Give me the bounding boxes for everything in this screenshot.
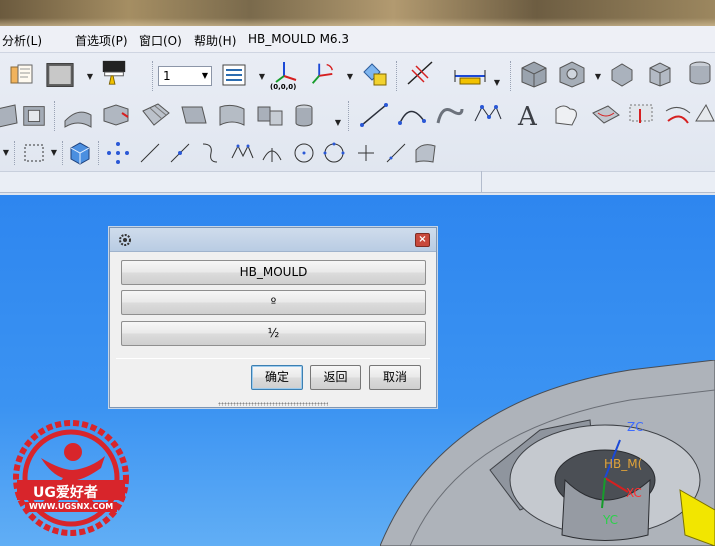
menu-help[interactable]: 帮助(H) [194,32,236,49]
menu-analysis[interactable]: 分析(L) [2,32,42,49]
rectangle-select-icon[interactable] [20,139,48,167]
fillet-curve-icon[interactable] [196,139,224,167]
intersect-curve-icon[interactable] [662,101,694,129]
toolbar-separator [396,61,398,91]
sheet-icon[interactable] [8,61,36,89]
toolbar-separator [152,61,154,91]
solid-sphere-icon[interactable] [556,59,588,88]
surface-icon[interactable] [0,101,22,129]
line-angle-icon[interactable] [382,139,410,167]
toolbar-separator [14,141,16,165]
bounded-plane-icon[interactable] [216,101,248,129]
toolbar-row-3: ▼ ▼ [0,139,715,169]
axis-label-zc: ZC [627,420,644,434]
mesh-surface-icon[interactable] [140,101,172,129]
menu-bar: 分析(L) 首选项(P) 窗口(O) 帮助(H) HB_MOULD M6.3 [0,26,715,53]
dialog-separator [116,358,430,359]
logo-url: WWW.UGSNX.COM [29,502,114,511]
arc-center-icon[interactable] [258,139,286,167]
view-cube-icon[interactable] [66,139,94,167]
toolbar-separator [98,141,100,165]
surface-dropdown-arrow[interactable]: ▼ [334,119,342,127]
curve-icon[interactable] [434,101,466,129]
circle-points-icon[interactable] [320,139,348,167]
hb-mould-dialog: × HB_MOULD º ½ 确定 返回 取消 [109,227,437,408]
sew-icon[interactable] [254,101,286,129]
svg-text:A: A [517,102,538,129]
trim-surface-icon[interactable] [412,139,440,167]
point-icon[interactable] [352,139,380,167]
layer-dropdown-arrow[interactable]: ▼ [258,73,266,81]
axis-label-xc: XC [626,486,642,500]
option-button-3[interactable]: ½ [121,321,426,346]
arc-icon[interactable] [396,101,428,129]
layer-list-icon[interactable] [220,61,248,89]
menu-window[interactable]: 窗口(O) [139,32,182,49]
axis-label-yc: YC [603,513,619,527]
solid-dropdown-arrow[interactable]: ▼ [594,73,602,81]
row3-dropdown-arrow[interactable]: ▼ [2,149,10,157]
toolbar-separator [62,141,64,165]
isoparametric-icon[interactable] [694,101,715,129]
status-divider [481,171,482,193]
option-button-2[interactable]: º [121,290,426,315]
paint-brush-icon[interactable] [100,59,128,87]
toolbar-separator [54,101,56,131]
workpiece-label: HB_M( [604,457,643,471]
swept-icon[interactable] [178,101,210,129]
surface-curve-icon[interactable] [590,101,622,129]
color-box-icon[interactable] [46,61,74,89]
back-button[interactable]: 返回 [310,365,361,390]
close-icon[interactable]: × [415,233,430,247]
block-icon[interactable] [644,59,676,87]
toolbar-separator [510,61,512,91]
toolbar-area: ▼ 1 ▼ ▼ (0,0,0) ▼ ▼ ▼ ▼ A ▼ ▼ [0,53,715,195]
toolbar-separator [348,101,350,131]
polyline-icon[interactable] [228,139,256,167]
line-icon[interactable] [358,101,390,129]
project-curve-icon[interactable] [626,101,658,129]
point-set-icon[interactable] [104,139,132,167]
cylinder-icon[interactable] [684,59,715,87]
outline-shape-icon[interactable] [550,101,582,129]
menu-preferences[interactable]: 首选项(P) [75,32,128,49]
ok-button[interactable]: 确定 [251,365,303,390]
wcs-dropdown-arrow[interactable]: ▼ [346,73,354,81]
measure-distance-icon[interactable] [404,59,436,87]
resize-grip[interactable] [218,402,328,406]
circle-center-icon[interactable] [290,139,318,167]
toolbar-row-2: ▼ A [0,97,715,135]
offset-face-icon[interactable] [20,101,48,129]
extrude-box-icon[interactable] [606,59,638,87]
background-photo-strip [0,0,715,26]
solid-cube-icon[interactable] [518,59,550,88]
measure-dropdown-arrow[interactable]: ▼ [493,79,501,87]
line-point-icon[interactable] [166,139,194,167]
ug-logo: UG爱好者 WWW.UGSNX.COM [11,418,131,538]
hb-mould-button[interactable]: HB_MOULD [121,260,426,285]
spline-icon[interactable] [472,101,504,129]
logo-brand: UG爱好者 [33,485,98,501]
dialog-title-bar[interactable]: × [110,228,436,252]
select-dropdown-arrow[interactable]: ▼ [50,149,58,157]
layer-select[interactable]: 1 ▼ [158,66,212,86]
gear-icon [119,234,131,246]
cylinder-face-icon[interactable] [290,101,322,129]
ruler-icon[interactable] [452,59,488,87]
ruled-surface-icon[interactable] [62,101,94,129]
menu-hb-mould[interactable]: HB_MOULD M6.3 [248,32,349,46]
text-icon[interactable]: A [512,101,544,129]
wcs-origin-label: (0,0,0) [270,83,297,91]
toolbar-status-strip [0,171,715,193]
toolbar-row-1: ▼ 1 ▼ ▼ (0,0,0) ▼ ▼ ▼ [0,55,715,95]
wcs-display-icon[interactable] [358,59,390,87]
cancel-button[interactable]: 取消 [369,365,421,390]
line-tool-icon[interactable] [136,139,164,167]
through-curves-icon[interactable] [100,101,132,129]
wcs-rotate-icon[interactable] [308,59,336,87]
color-dropdown-arrow[interactable]: ▼ [86,73,94,81]
